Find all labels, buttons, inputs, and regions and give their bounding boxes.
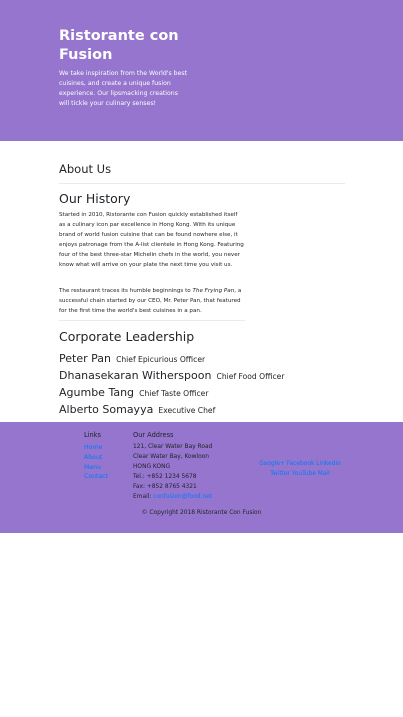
history-paragraph: Started in 2010, Ristorante con Fusion q… xyxy=(59,212,244,268)
social-links-row-2[interactable]: Twitter YouTube Mail xyxy=(255,469,345,479)
history-heading: Our History xyxy=(59,191,131,206)
phone-number: Tel.: +852 1234 5678 xyxy=(133,474,197,480)
copyright: © Copyright 2018 Ristorante Con Fusion xyxy=(141,510,262,516)
history-paragraph-2: The restaurant traces its humble beginni… xyxy=(59,286,245,316)
footer-link-contact[interactable]: Contact xyxy=(84,473,108,480)
leader-name: Alberto Somayya xyxy=(59,403,154,416)
email-label: Email: xyxy=(133,494,154,500)
email-line: Email: confusion@food.net xyxy=(133,494,212,500)
leader-role: Chief Taste Officer xyxy=(139,389,209,398)
address-line: HONG KONG xyxy=(133,464,171,470)
leader-role: Chief Food Officer xyxy=(216,372,285,381)
history-text-a: The restaurant traces its humble beginni… xyxy=(59,288,193,294)
brand-title: Ristorante con Fusion xyxy=(59,28,179,63)
leadership-heading: Corporate Leadership xyxy=(59,329,195,344)
email-link[interactable]: confusion@food.net xyxy=(153,494,212,500)
fax-number: Fax: +852 8765 4321 xyxy=(133,484,197,490)
address-line: Clear Water Bay, Kowloon xyxy=(133,454,210,460)
about-divider xyxy=(59,183,345,184)
leader-role: Chief Epicurious Officer xyxy=(116,355,206,364)
frying-pan-emphasis: The Frying Pan xyxy=(192,288,235,294)
footer-link-home[interactable]: Home xyxy=(84,444,102,451)
footer-address-heading: Our Address xyxy=(133,431,174,439)
address-line: 121, Clear Water Bay Road xyxy=(133,444,213,450)
brand-tagline: We take inspiration from the World's bes… xyxy=(59,70,188,107)
social-links-row-1[interactable]: Google+ Facebook Linkedin xyxy=(255,459,345,469)
history-divider xyxy=(59,320,245,321)
leader-entry: Alberto Somayya Executive Chef xyxy=(59,398,215,417)
leader-role: Executive Chef xyxy=(158,406,216,415)
footer-link-menu[interactable]: Menu xyxy=(84,464,101,471)
footer-links-heading: Links xyxy=(84,431,101,439)
page-title: About Us xyxy=(59,162,112,176)
footer-link-about[interactable]: About xyxy=(84,454,102,461)
